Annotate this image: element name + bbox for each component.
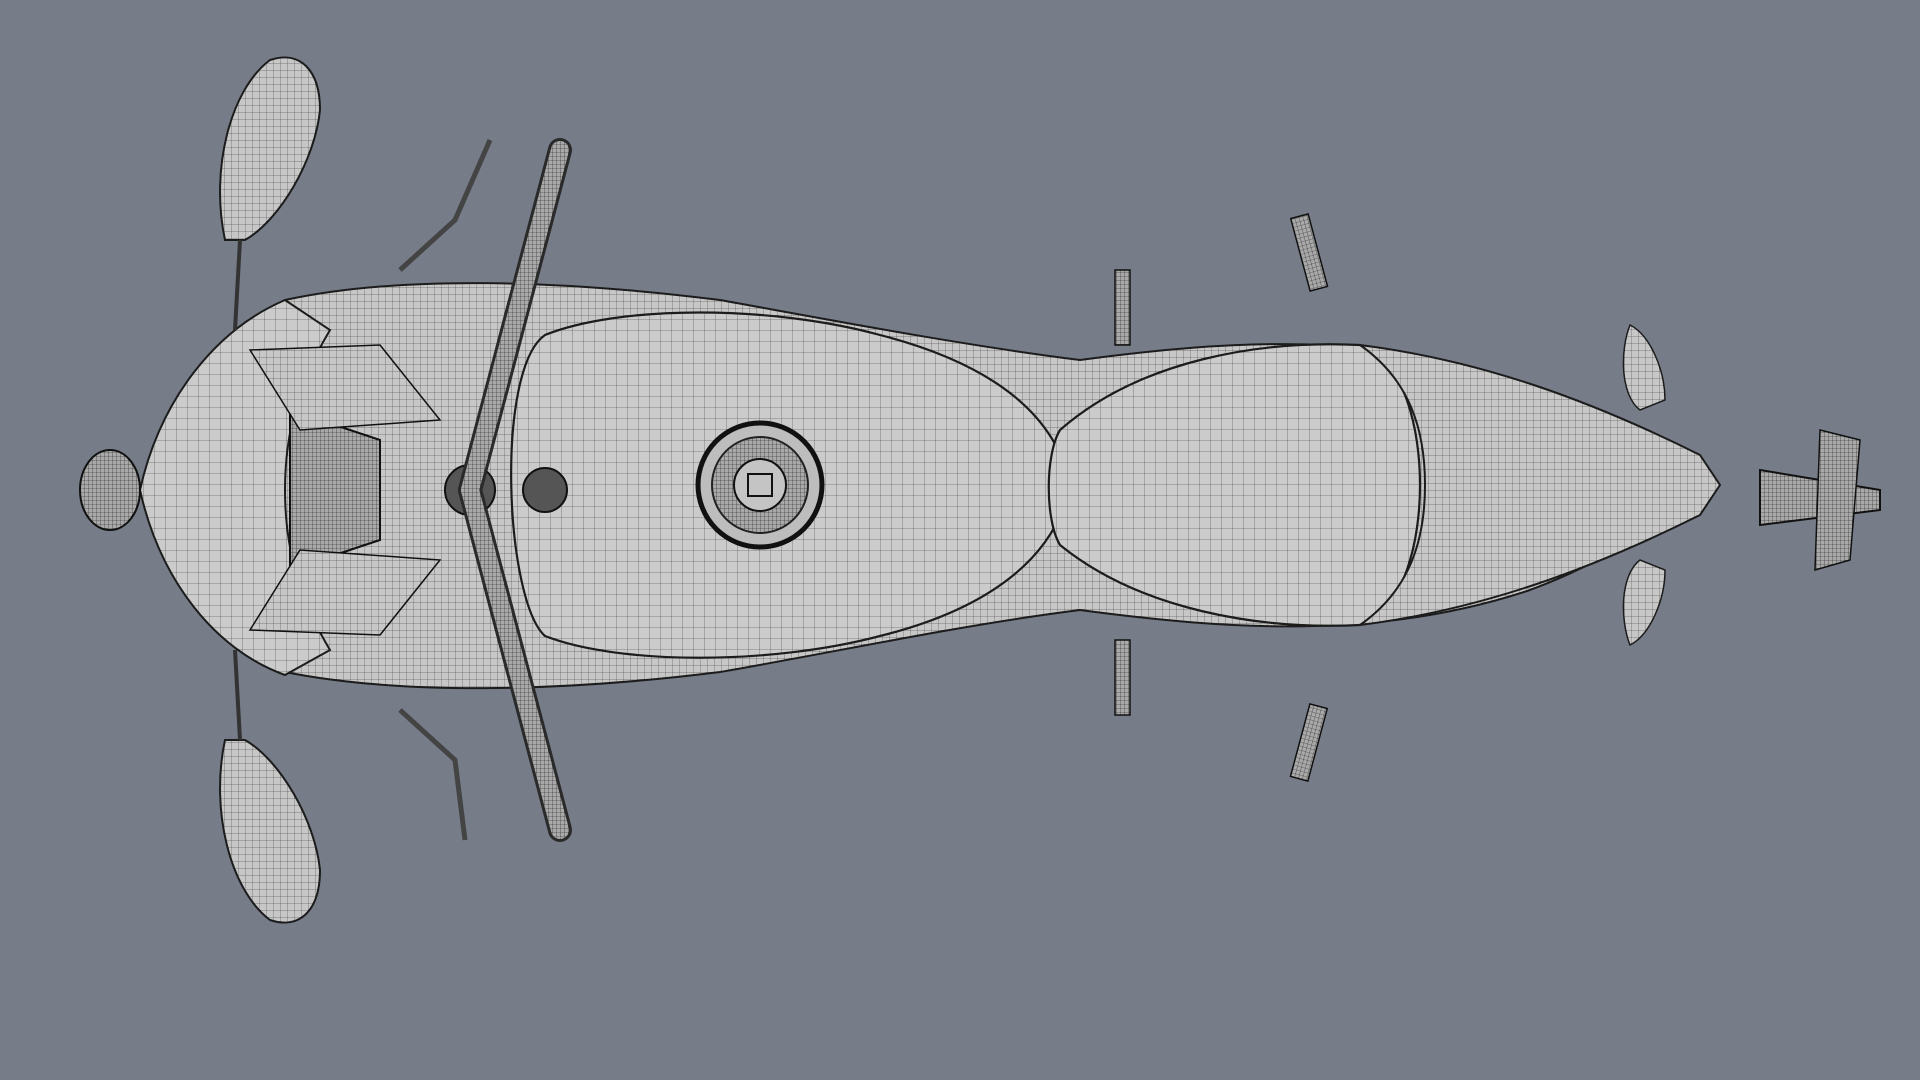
fuel-cap — [695, 420, 825, 550]
viewport-canvas[interactable] — [0, 0, 1920, 1080]
front-wheel — [79, 449, 141, 531]
3d-viewport[interactable] — [0, 0, 1920, 1080]
